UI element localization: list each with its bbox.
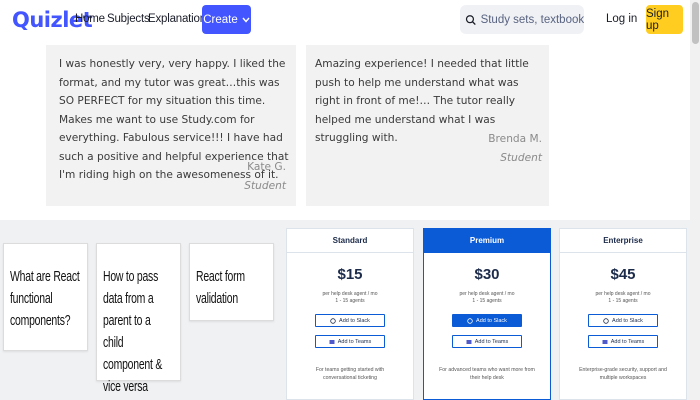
login-link[interactable]: Log in [606, 13, 637, 25]
plan-description: For teams getting started with conversat… [315, 367, 385, 381]
article-card[interactable]: How to pass data from a parent to a chil… [96, 243, 181, 395]
plan-price-unit: per help desk agent / mo [595, 291, 651, 297]
add-to-teams-button[interactable]: Add to Teams [588, 335, 658, 348]
slack-icon [330, 317, 336, 324]
testimonial-role: Student [500, 152, 542, 164]
testimonial-author: Brenda M. [488, 133, 542, 145]
pricing-plan-premium: Premium $30 per help desk agent / mo 1 -… [423, 228, 551, 400]
signup-button[interactable]: Sign up [646, 5, 683, 34]
scrollbar-track[interactable] [690, 0, 700, 400]
add-to-teams-label: Add to Teams [610, 338, 645, 345]
plan-price-unit: per help desk agent / mo [322, 291, 378, 297]
plan-price-detail: per help desk agent / mo 1 - 15 agents [560, 291, 686, 305]
plan-agent-range: 1 - 15 agents [335, 298, 365, 304]
create-button-label: Create [203, 13, 238, 26]
testimonial-author: Kate G. [247, 161, 286, 173]
add-to-slack-button[interactable]: Add to Slack [588, 314, 658, 327]
search-input[interactable]: Study sets, textbooks, ... [460, 5, 584, 34]
add-to-teams-label: Add to Teams [337, 338, 372, 345]
add-to-slack-button[interactable]: Add to Slack [315, 314, 385, 327]
article-title: React form validation [196, 269, 245, 307]
testimonial-role: Student [244, 180, 286, 192]
create-button[interactable]: Create [202, 5, 251, 34]
add-to-teams-button[interactable]: Add to Teams [315, 335, 385, 348]
plan-description: For advanced teams who want more from th… [439, 367, 535, 381]
teams-icon [329, 339, 335, 344]
pricing-plan-enterprise: Enterprise $45 per help desk agent / mo … [559, 228, 687, 400]
plan-agent-range: 1 - 15 agents [472, 298, 502, 304]
plan-name: Enterprise [560, 229, 686, 253]
plan-name: Standard [287, 229, 413, 253]
article-title: How to pass data from a parent to a chil… [103, 269, 163, 395]
add-to-slack-label: Add to Slack [476, 317, 507, 324]
top-navigation-bar: Quizlet Home Subjects Explanations Creat… [0, 0, 690, 40]
plan-price: $15 [337, 266, 363, 283]
testimonial-card: Amazing experience! I needed that little… [306, 45, 549, 206]
article-card[interactable]: React form validation [189, 243, 274, 321]
add-to-teams-button[interactable]: Add to Teams [452, 335, 522, 348]
testimonial-card: I was honestly very, very happy. I liked… [46, 45, 296, 206]
article-card[interactable]: What are React functional components? [3, 243, 88, 351]
pricing-plan-standard: Standard $15 per help desk agent / mo 1 … [286, 228, 414, 400]
plan-agent-range: 1 - 15 agents [608, 298, 638, 304]
search-placeholder: Study sets, textbooks, ... [480, 13, 584, 26]
search-icon [465, 14, 476, 25]
nav-home-link[interactable]: Home [75, 13, 105, 25]
add-to-slack-label: Add to Slack [339, 317, 370, 324]
plan-description: Enterprise-grade security, support and m… [579, 367, 667, 381]
plan-price: $30 [474, 266, 500, 283]
plan-name: Premium [424, 229, 550, 253]
slack-icon [603, 317, 609, 324]
teams-icon [602, 339, 608, 344]
plan-price-detail: per help desk agent / mo 1 - 15 agents [287, 291, 413, 305]
plan-price-detail: per help desk agent / mo 1 - 15 agents [424, 291, 550, 305]
nav-subjects-link[interactable]: Subjects [107, 13, 150, 25]
slack-icon [467, 317, 473, 324]
add-to-slack-label: Add to Slack [612, 317, 643, 324]
add-to-teams-label: Add to Teams [474, 338, 509, 345]
chevron-down-icon [242, 17, 250, 23]
article-title: What are React functional components? [10, 269, 80, 329]
teams-icon [466, 339, 472, 344]
plan-price: $45 [610, 266, 636, 283]
plan-price-unit: per help desk agent / mo [459, 291, 515, 297]
add-to-slack-button[interactable]: Add to Slack [452, 314, 522, 327]
scrollbar-thumb[interactable] [692, 2, 699, 44]
